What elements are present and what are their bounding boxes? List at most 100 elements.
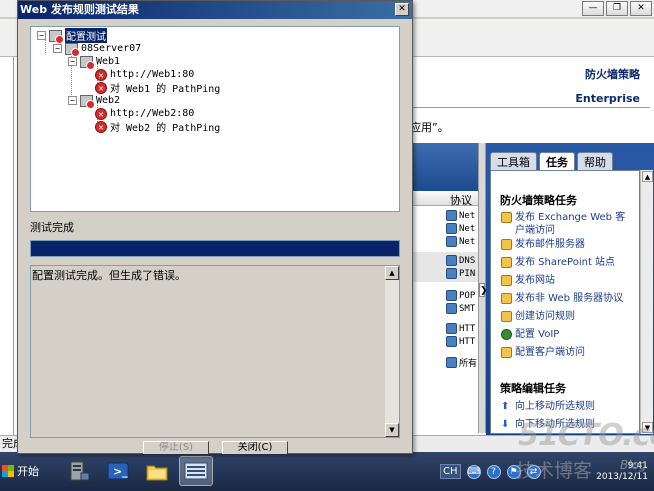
collapse-icon[interactable]: − — [37, 31, 46, 40]
tab-tasks[interactable]: 任务 — [539, 152, 575, 170]
table-row[interactable]: Net — [446, 210, 475, 221]
voip-icon — [501, 329, 512, 340]
tab-help[interactable]: 帮助 — [577, 152, 613, 170]
watermark-caption: 技术博客 — [516, 460, 593, 482]
protocol-icon — [446, 210, 457, 221]
protocol-label: POP — [459, 290, 476, 301]
dialog-titlebar: Web 发布规则测试结果 — [18, 1, 412, 19]
table-row[interactable]: Net — [446, 236, 475, 247]
task-create-access-rule[interactable]: 创建访问规则 — [501, 310, 635, 323]
arrow-down-icon: ⬇ — [501, 419, 510, 430]
collapse-icon[interactable]: − — [53, 44, 62, 53]
publish-icon — [501, 239, 512, 250]
task-publish-website[interactable]: 发布网站 — [501, 274, 635, 287]
navigation-tree-pane[interactable] — [0, 57, 14, 435]
column-header-protocol[interactable]: 协议 — [410, 191, 485, 207]
start-label: 开始 — [17, 465, 39, 478]
edition-label: Enterprise — [575, 92, 640, 105]
error-icon: ✕ — [95, 107, 107, 120]
tree-label: 对 Web2 的 PathPing — [110, 123, 221, 134]
table-row[interactable]: HTT — [446, 323, 475, 334]
scroll-down-icon[interactable]: ▼ — [385, 423, 399, 437]
collapse-icon[interactable]: − — [68, 96, 77, 105]
server-manager-icon[interactable] — [62, 456, 96, 486]
results-log[interactable] — [30, 265, 400, 438]
task-pane-scrollbar[interactable]: ▲ ▼ — [640, 170, 653, 434]
task-label: 发布 Exchange Web 客户端访问 — [515, 212, 626, 236]
language-indicator[interactable]: CH — [440, 464, 461, 479]
tree-node-web2-pathping[interactable]: ✕ 对 Web2 的 PathPing — [95, 120, 221, 134]
tree-node-server[interactable]: − 08Server07 — [53, 42, 141, 57]
tree-node-web1-pathping[interactable]: ✕ 对 Web1 的 PathPing — [95, 81, 220, 95]
close-button[interactable]: 关闭(C) — [222, 441, 288, 454]
tree-label: Web2 — [96, 95, 121, 106]
table-row[interactable]: HTT — [446, 336, 475, 347]
explorer-folder-icon[interactable] — [140, 456, 174, 486]
task-label: 配置 VoIP — [515, 329, 560, 340]
tree-label: 配置测试 — [65, 28, 107, 43]
server-error-icon — [65, 42, 80, 57]
tree-node-web1[interactable]: − Web1 — [68, 55, 121, 70]
results-log-scrollbar[interactable]: ▲ ▼ — [385, 266, 399, 437]
publish-icon — [501, 293, 512, 304]
table-row[interactable]: Net — [446, 223, 475, 234]
protocol-icon — [446, 336, 457, 347]
publish-icon — [501, 275, 512, 286]
tree-label: Web1 — [96, 56, 121, 67]
task-configure-voip[interactable]: 配置 VoIP — [501, 328, 635, 341]
svg-text:>_: >_ — [113, 465, 128, 478]
protocol-label: HTT — [459, 336, 476, 347]
collapse-icon[interactable]: − — [68, 57, 77, 66]
restore-icon[interactable]: ❐ — [606, 1, 628, 16]
scroll-up-icon[interactable]: ▲ — [642, 171, 653, 182]
protocol-icon — [446, 223, 457, 234]
column-header-label: 协议 — [450, 194, 472, 207]
task-label: 发布 SharePoint 站点 — [515, 257, 616, 268]
collapse-arrow-icon[interactable]: ❯ — [479, 283, 488, 297]
protocol-label: HTT — [459, 323, 476, 334]
dialog-close-icon[interactable]: ✕ — [395, 3, 409, 16]
help-icon[interactable]: ? — [486, 464, 501, 479]
task-publish-exchange[interactable]: 发布 Exchange Web 客户端访问 — [501, 211, 635, 237]
close-icon[interactable]: ✕ — [630, 1, 652, 16]
protocol-label: DNS — [459, 255, 476, 266]
table-row[interactable]: DNS — [446, 255, 475, 266]
task-move-rule-up[interactable]: ⬆ 向上移动所选规则 — [501, 400, 635, 413]
scroll-up-icon[interactable]: ▲ — [385, 266, 399, 280]
tree-label: http://Web2:80 — [110, 108, 195, 119]
protocol-icon — [446, 357, 457, 368]
protocol-label: Net — [459, 236, 476, 247]
minimize-icon[interactable]: — — [582, 1, 604, 16]
task-label: 发布非 Web 服务器协议 — [515, 293, 624, 304]
task-pane-tabs: 工具箱 任务 帮助 — [490, 152, 613, 170]
stop-button[interactable]: 停止(S) — [143, 441, 209, 454]
protocol-icon — [446, 268, 457, 279]
table-row[interactable]: SMT — [446, 303, 475, 314]
tree-node-web2[interactable]: − Web2 — [68, 94, 121, 109]
error-icon: ✕ — [95, 120, 107, 133]
table-row[interactable]: 所有 — [446, 356, 477, 369]
progress-bar — [30, 240, 400, 257]
keyboard-icon[interactable]: ⌨ — [466, 464, 481, 479]
protocol-icon — [446, 323, 457, 334]
task-publish-non-web[interactable]: 发布非 Web 服务器协议 — [501, 292, 635, 305]
section-title-firewall-tasks: 防火墙策略任务 — [500, 194, 577, 207]
publish-icon — [501, 257, 512, 268]
task-configure-client-access[interactable]: 配置客户端访问 — [501, 346, 635, 359]
powershell-icon[interactable]: >_ — [101, 456, 135, 486]
protocol-label: Net — [459, 210, 476, 221]
tab-toolbox[interactable]: 工具箱 — [490, 152, 537, 170]
results-log-text: 配置测试完成。但生成了错误。 — [32, 269, 186, 282]
rules-grid-header-band — [410, 143, 485, 191]
tree-node-config-test[interactable]: − 配置测试 — [37, 28, 107, 44]
tmg-console-icon[interactable] — [179, 456, 213, 486]
error-icon: ✕ — [95, 68, 107, 81]
protocol-icon — [446, 303, 457, 314]
start-button[interactable]: 开始 — [2, 458, 44, 484]
table-row[interactable]: PIN — [446, 268, 475, 279]
task-publish-mail-server[interactable]: 发布邮件服务器 — [501, 238, 635, 251]
task-publish-sharepoint[interactable]: 发布 SharePoint 站点 — [501, 256, 635, 269]
test-results-tree[interactable]: − 配置测试 − 08Server07 − Web1 ✕ http://Web1… — [30, 26, 400, 212]
info-text: 应用”。 — [410, 121, 449, 134]
table-row[interactable]: POP — [446, 290, 475, 301]
